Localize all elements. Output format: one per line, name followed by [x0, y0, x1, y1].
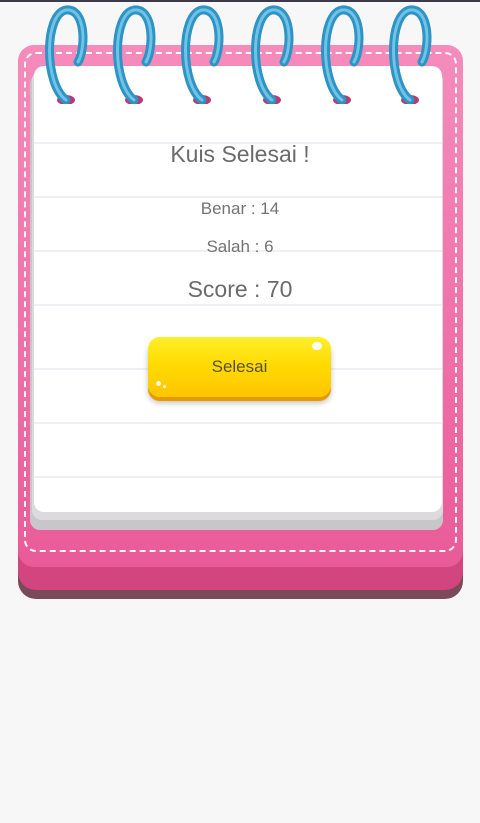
binder-ring-icon	[113, 5, 156, 104]
binder-ring-icon	[181, 5, 224, 104]
button-shine-icon	[156, 381, 161, 386]
binder-ring-icon	[251, 5, 294, 104]
finish-button[interactable]: Selesai	[148, 337, 331, 397]
correct-count: Benar : 14	[200, 199, 280, 218]
button-shine-icon	[312, 342, 322, 350]
paper-rule	[34, 196, 442, 198]
binder-ring-icon	[321, 5, 364, 104]
paper-rule	[34, 304, 442, 306]
wrong-count: Salah : 6	[206, 237, 274, 256]
paper-rule	[34, 422, 442, 424]
quiz-result-screen: Kuis Selesai ! Benar : 14 Salah : 6 Scor…	[0, 0, 480, 823]
paper-rule	[34, 476, 442, 478]
finish-button-label: Selesai	[211, 357, 268, 376]
button-shine-icon	[163, 385, 166, 388]
binder-ring-icon	[45, 5, 88, 104]
status-bar-edge	[0, 0, 480, 2]
score-value: Score : 70	[187, 276, 293, 302]
binder-ring-icon	[389, 5, 432, 104]
quiz-finished-title: Kuis Selesai !	[170, 141, 310, 167]
